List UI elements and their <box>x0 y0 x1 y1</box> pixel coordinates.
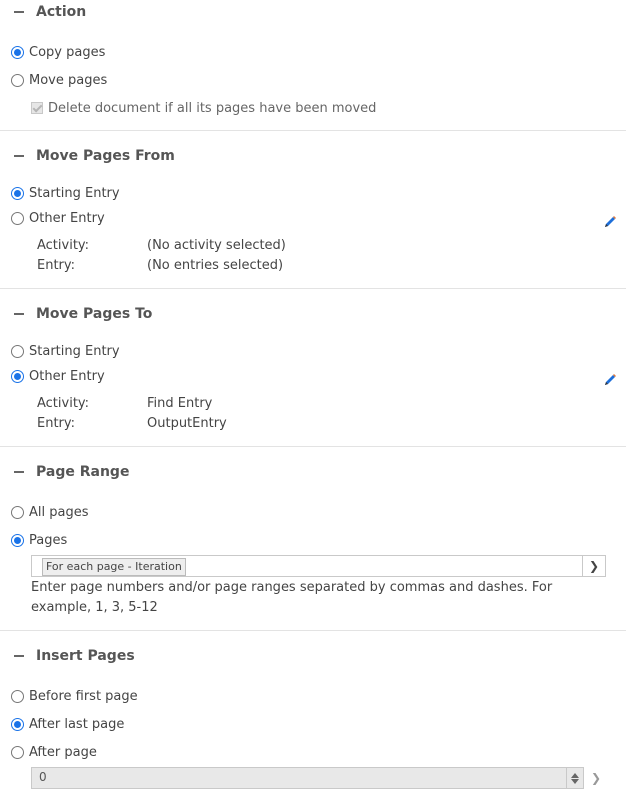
radio-label: Copy pages <box>29 44 106 60</box>
radio-label: Other Entry <box>29 368 105 384</box>
after-page-value: 0 <box>39 770 47 784</box>
chevron-right-icon[interactable]: ❯ <box>582 556 605 576</box>
collapse-icon <box>14 471 24 473</box>
radio-button[interactable] <box>11 73 24 87</box>
radio-button[interactable] <box>11 689 24 703</box>
chevron-right-icon[interactable]: ❯ <box>586 767 606 789</box>
radio-all-pages[interactable]: All pages <box>11 503 89 521</box>
radio-after-page[interactable]: After page <box>11 743 97 761</box>
collapse-icon <box>14 11 24 13</box>
radio-label: Before first page <box>29 688 138 704</box>
activity-label: Activity: <box>37 396 90 411</box>
section-header-move-from[interactable]: Move Pages From <box>14 146 175 166</box>
radio-label: All pages <box>29 504 89 520</box>
radio-from-other-entry[interactable]: Other Entry <box>11 209 105 227</box>
radio-label: Move pages <box>29 72 108 88</box>
pencil-icon[interactable] <box>603 215 617 229</box>
radio-label: After page <box>29 744 97 760</box>
section-header-page-range[interactable]: Page Range <box>14 462 129 482</box>
checkbox-label: Delete document if all its pages have be… <box>48 100 377 116</box>
pencil-icon[interactable] <box>603 373 617 387</box>
section-title: Action <box>36 4 87 20</box>
radio-button[interactable] <box>11 211 24 225</box>
iteration-token[interactable]: For each page - Iteration <box>42 558 186 576</box>
radio-copy-pages[interactable]: Copy pages <box>11 43 105 61</box>
section-header-action[interactable]: Action <box>14 2 86 22</box>
collapse-icon <box>14 655 24 657</box>
radio-move-pages[interactable]: Move pages <box>11 71 107 89</box>
spinner-down-icon[interactable] <box>571 778 579 784</box>
radio-label: Pages <box>29 532 68 548</box>
number-spinner[interactable] <box>566 768 583 788</box>
radio-button[interactable] <box>11 186 24 200</box>
entry-label: Entry: <box>37 416 76 431</box>
radio-label: Starting Entry <box>29 185 120 201</box>
section-title: Move Pages From <box>36 148 175 164</box>
collapse-icon <box>14 313 24 315</box>
radio-button[interactable] <box>11 505 24 519</box>
radio-to-starting-entry[interactable]: Starting Entry <box>11 342 120 360</box>
radio-button[interactable] <box>11 45 24 59</box>
radio-button[interactable] <box>11 745 24 759</box>
section-header-insert-pages[interactable]: Insert Pages <box>14 646 135 666</box>
radio-button[interactable] <box>11 717 24 731</box>
radio-label: Other Entry <box>29 210 105 226</box>
delete-document-checkbox-row: Delete document if all its pages have be… <box>31 99 376 117</box>
radio-from-starting-entry[interactable]: Starting Entry <box>11 184 120 202</box>
divider <box>0 130 626 131</box>
radio-button[interactable] <box>11 344 24 358</box>
activity-value: Find Entry <box>147 396 213 411</box>
radio-label: Starting Entry <box>29 343 120 359</box>
section-header-move-to[interactable]: Move Pages To <box>14 304 152 324</box>
radio-label: After last page <box>29 716 125 732</box>
delete-document-checkbox <box>31 102 43 114</box>
radio-button[interactable] <box>11 369 24 383</box>
radio-after-last-page[interactable]: After last page <box>11 715 124 733</box>
collapse-icon <box>14 155 24 157</box>
radio-to-other-entry[interactable]: Other Entry <box>11 367 105 385</box>
page-range-help-text: Enter page numbers and/or page ranges se… <box>31 580 553 615</box>
section-title: Page Range <box>36 464 130 480</box>
divider <box>0 288 626 289</box>
activity-value: (No activity selected) <box>147 238 286 253</box>
divider <box>0 446 626 447</box>
entry-label: Entry: <box>37 258 76 273</box>
section-title: Move Pages To <box>36 306 153 322</box>
divider <box>0 630 626 631</box>
radio-button[interactable] <box>11 533 24 547</box>
spinner-up-icon[interactable] <box>571 772 579 778</box>
entry-value: OutputEntry <box>147 416 227 431</box>
section-title: Insert Pages <box>36 648 135 664</box>
entry-value: (No entries selected) <box>147 258 284 273</box>
after-page-number-input[interactable]: 0 <box>31 767 584 789</box>
radio-before-first-page[interactable]: Before first page <box>11 687 138 705</box>
activity-label: Activity: <box>37 238 90 253</box>
pages-input[interactable]: For each page - Iteration ❯ <box>31 555 606 577</box>
radio-pages[interactable]: Pages <box>11 531 67 549</box>
